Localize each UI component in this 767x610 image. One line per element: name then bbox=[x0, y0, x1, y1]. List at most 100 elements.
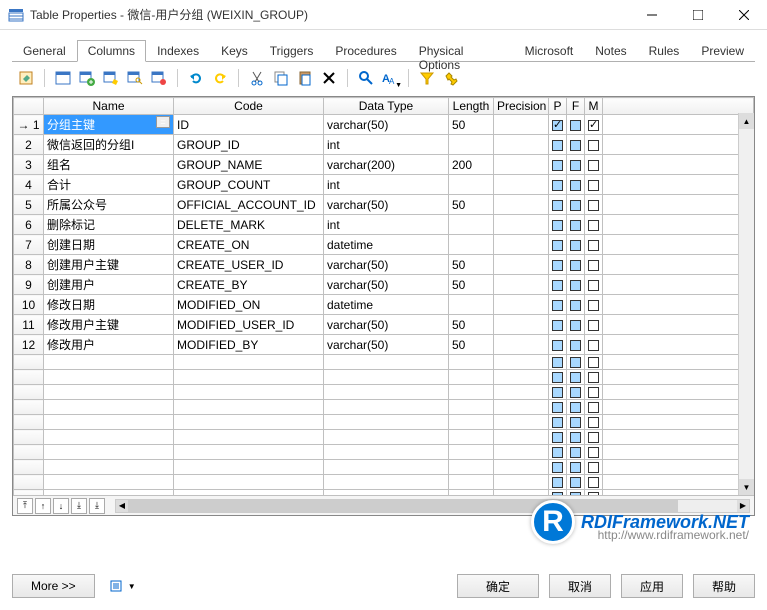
row-header[interactable] bbox=[14, 460, 44, 475]
cell-mandatory[interactable] bbox=[585, 255, 603, 275]
cell-datatype[interactable]: varchar(50) bbox=[324, 335, 449, 355]
tab-triggers[interactable]: Triggers bbox=[259, 40, 325, 61]
cell-name[interactable]: 修改用户 bbox=[44, 335, 174, 355]
cell-pk[interactable] bbox=[549, 155, 567, 175]
header-f[interactable]: F bbox=[567, 98, 585, 115]
find-text-icon[interactable]: AA▼ bbox=[380, 68, 400, 88]
grid-key-icon[interactable] bbox=[125, 68, 145, 88]
cell-fk[interactable] bbox=[567, 175, 585, 195]
cell-pk[interactable] bbox=[549, 175, 567, 195]
grid-add-icon[interactable] bbox=[77, 68, 97, 88]
cell-mandatory[interactable] bbox=[585, 135, 603, 155]
cell-name[interactable]: 创建用户主键 bbox=[44, 255, 174, 275]
vertical-scrollbar[interactable]: ▲ ▼ bbox=[738, 113, 754, 495]
row-header[interactable]: 7 bbox=[14, 235, 44, 255]
table-row-empty[interactable] bbox=[14, 355, 754, 370]
table-row[interactable]: 2微信返回的分组IGROUP_IDint bbox=[14, 135, 754, 155]
cell-precision[interactable] bbox=[494, 135, 549, 155]
cell-fk[interactable] bbox=[567, 195, 585, 215]
cell-name[interactable]: 微信返回的分组I bbox=[44, 135, 174, 155]
cell-mandatory[interactable] bbox=[585, 195, 603, 215]
row-header[interactable]: 5 bbox=[14, 195, 44, 215]
cell-mandatory[interactable] bbox=[585, 235, 603, 255]
cell-precision[interactable] bbox=[494, 195, 549, 215]
cell-datatype[interactable]: datetime bbox=[324, 295, 449, 315]
tab-columns[interactable]: Columns bbox=[77, 40, 146, 62]
table-row-empty[interactable] bbox=[14, 475, 754, 490]
delete-icon[interactable] bbox=[319, 68, 339, 88]
cell-name[interactable]: 创建日期 bbox=[44, 235, 174, 255]
table-row[interactable]: 12修改用户MODIFIED_BYvarchar(50)50 bbox=[14, 335, 754, 355]
cell-pk[interactable] bbox=[549, 315, 567, 335]
table-row-empty[interactable] bbox=[14, 460, 754, 475]
table-row[interactable]: 3组名GROUP_NAMEvarchar(200)200 bbox=[14, 155, 754, 175]
cell-length[interactable] bbox=[449, 175, 494, 195]
properties-icon[interactable] bbox=[16, 68, 36, 88]
maximize-button[interactable] bbox=[675, 0, 721, 30]
corner-cell[interactable] bbox=[14, 98, 44, 115]
row-header[interactable] bbox=[14, 445, 44, 460]
table-row[interactable]: 8创建用户主键CREATE_USER_IDvarchar(50)50 bbox=[14, 255, 754, 275]
cell-precision[interactable] bbox=[494, 175, 549, 195]
cell-length[interactable] bbox=[449, 135, 494, 155]
cell-length[interactable] bbox=[449, 235, 494, 255]
cell-precision[interactable] bbox=[494, 155, 549, 175]
row-header[interactable]: 3 bbox=[14, 155, 44, 175]
table-row-empty[interactable] bbox=[14, 385, 754, 400]
cell-pk[interactable] bbox=[549, 275, 567, 295]
table-row[interactable]: 9创建用户CREATE_BYvarchar(50)50 bbox=[14, 275, 754, 295]
cell-datatype[interactable]: datetime bbox=[324, 235, 449, 255]
cell-pk[interactable] bbox=[549, 235, 567, 255]
cell-precision[interactable] bbox=[494, 255, 549, 275]
help-button[interactable]: 帮助 bbox=[693, 574, 755, 598]
cell-code[interactable]: CREATE_ON bbox=[174, 235, 324, 255]
cell-name[interactable]: 分组主键= bbox=[44, 115, 174, 135]
grid-icon[interactable] bbox=[53, 68, 73, 88]
tab-rules[interactable]: Rules bbox=[638, 40, 691, 61]
cell-name[interactable]: 修改日期 bbox=[44, 295, 174, 315]
cell-name[interactable]: 所属公众号 bbox=[44, 195, 174, 215]
scroll-up-icon[interactable]: ▲ bbox=[739, 113, 754, 129]
cell-length[interactable]: 50 bbox=[449, 255, 494, 275]
cell-datatype[interactable]: varchar(200) bbox=[324, 155, 449, 175]
tab-preview[interactable]: Preview bbox=[690, 40, 755, 61]
cell-length[interactable]: 50 bbox=[449, 115, 494, 135]
header-datatype[interactable]: Data Type bbox=[324, 98, 449, 115]
cell-name[interactable]: 删除标记 bbox=[44, 215, 174, 235]
cell-name[interactable]: 合计 bbox=[44, 175, 174, 195]
cell-code[interactable]: OFFICIAL_ACCOUNT_ID bbox=[174, 195, 324, 215]
cell-code[interactable]: MODIFIED_ON bbox=[174, 295, 324, 315]
table-row-empty[interactable] bbox=[14, 445, 754, 460]
cell-code[interactable]: GROUP_NAME bbox=[174, 155, 324, 175]
paste-icon[interactable] bbox=[295, 68, 315, 88]
cell-pk[interactable] bbox=[549, 215, 567, 235]
cell-length[interactable]: 50 bbox=[449, 275, 494, 295]
grid-new-icon[interactable] bbox=[101, 68, 121, 88]
cell-pk[interactable] bbox=[549, 115, 567, 135]
horizontal-scrollbar[interactable]: ◀ ▶ bbox=[115, 499, 750, 513]
cell-fk[interactable] bbox=[567, 135, 585, 155]
apply-button[interactable]: 应用 bbox=[621, 574, 683, 598]
row-header[interactable] bbox=[14, 415, 44, 430]
scroll-thumb[interactable] bbox=[128, 500, 678, 512]
row-header[interactable]: 4 bbox=[14, 175, 44, 195]
cell-fk[interactable] bbox=[567, 275, 585, 295]
options-dropdown[interactable]: ▼ bbox=[105, 576, 140, 596]
header-precision[interactable]: Precision bbox=[494, 98, 549, 115]
cell-datatype[interactable]: int bbox=[324, 175, 449, 195]
row-header[interactable] bbox=[14, 400, 44, 415]
cell-fk[interactable] bbox=[567, 335, 585, 355]
row-header[interactable]: 11 bbox=[14, 315, 44, 335]
table-row[interactable]: → 1分组主键=IDvarchar(50)50 bbox=[14, 115, 754, 135]
cell-mandatory[interactable] bbox=[585, 315, 603, 335]
table-row-empty[interactable] bbox=[14, 400, 754, 415]
header-p[interactable]: P bbox=[549, 98, 567, 115]
row-header[interactable]: 9 bbox=[14, 275, 44, 295]
cell-fk[interactable] bbox=[567, 115, 585, 135]
table-row[interactable]: 6删除标记DELETE_MARKint bbox=[14, 215, 754, 235]
table-row[interactable]: 10修改日期MODIFIED_ONdatetime bbox=[14, 295, 754, 315]
cell-length[interactable]: 200 bbox=[449, 155, 494, 175]
cell-fk[interactable] bbox=[567, 215, 585, 235]
table-row[interactable]: 4合计GROUP_COUNTint bbox=[14, 175, 754, 195]
cell-pk[interactable] bbox=[549, 195, 567, 215]
